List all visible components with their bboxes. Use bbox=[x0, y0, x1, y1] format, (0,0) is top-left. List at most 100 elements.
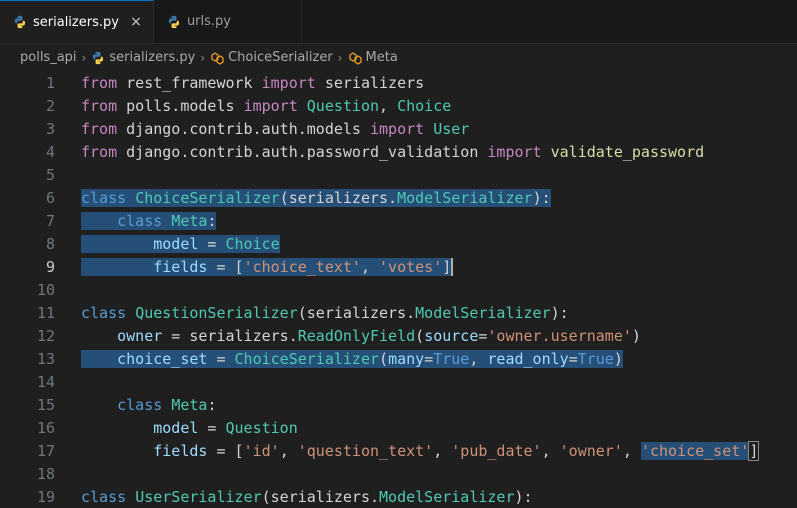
code-token: ) bbox=[613, 349, 623, 368]
code-token: , bbox=[622, 441, 641, 460]
line-number: 9 bbox=[45, 257, 55, 276]
code-text: class Meta: bbox=[81, 211, 217, 230]
code-line[interactable]: 10 bbox=[0, 278, 797, 301]
breadcrumb-class[interactable]: ChoiceSerializer bbox=[210, 50, 333, 65]
breadcrumb-folder[interactable]: polls_api bbox=[20, 50, 77, 65]
code-token: (serializers. bbox=[279, 188, 398, 207]
code-token: = bbox=[424, 349, 434, 368]
code-token: [ bbox=[234, 441, 244, 460]
line-number: 3 bbox=[45, 119, 55, 138]
code-token: from bbox=[81, 73, 118, 92]
code-line[interactable]: 1 from rest_framework import serializers bbox=[0, 71, 797, 94]
code-token: ): bbox=[532, 188, 551, 207]
code-line[interactable]: 12 owner = serializers.ReadOnlyField(sou… bbox=[0, 324, 797, 347]
line-number: 6 bbox=[45, 188, 55, 207]
code-line[interactable]: 16 model = Question bbox=[0, 416, 797, 439]
code-line[interactable]: 17 fields = ['id', 'question_text', 'pub… bbox=[0, 439, 797, 462]
line-number: 17 bbox=[36, 441, 55, 460]
code-token: django.contrib.auth.models bbox=[117, 119, 370, 138]
code-line[interactable]: 9 fields = ['choice_text', 'votes'] bbox=[0, 255, 797, 278]
code-token: ChoiceSerializer bbox=[135, 188, 280, 207]
code-token: : bbox=[207, 395, 217, 414]
code-token: from bbox=[81, 96, 118, 115]
code-token: class bbox=[117, 395, 163, 414]
code-line[interactable]: 4 from django.contrib.auth.password_valid… bbox=[0, 140, 797, 163]
code-line[interactable]: 13 choice_set = ChoiceSerializer(many=Tr… bbox=[0, 347, 797, 370]
tab-urls[interactable]: urls.py bbox=[153, 0, 302, 43]
code-text: model = Question bbox=[81, 419, 298, 437]
code-line[interactable]: 5 bbox=[0, 163, 797, 186]
code-token: serializers. bbox=[189, 326, 298, 345]
code-token: = bbox=[162, 326, 190, 345]
code-token: QuestionSerializer bbox=[135, 303, 298, 322]
breadcrumb: polls_api › serializers.py › ChoiceSeria… bbox=[0, 44, 797, 71]
tab-serializers[interactable]: serializers.py × bbox=[0, 0, 154, 43]
code-line[interactable]: 19 class UserSerializer(serializers.Model… bbox=[0, 485, 797, 508]
code-token: from bbox=[81, 119, 118, 138]
code-token: : bbox=[207, 211, 217, 230]
code-text: choice_set = ChoiceSerializer(many=True,… bbox=[81, 349, 623, 368]
code-token: fields bbox=[153, 257, 208, 276]
close-icon[interactable]: × bbox=[129, 14, 143, 30]
code-line[interactable]: 6 class ChoiceSerializer(serializers.Mode… bbox=[0, 186, 797, 209]
breadcrumb-file[interactable]: serializers.py bbox=[91, 50, 195, 65]
code-line[interactable]: 3 from django.contrib.auth.models import … bbox=[0, 117, 797, 140]
line-number: 2 bbox=[45, 96, 55, 115]
code-token: User bbox=[433, 119, 470, 138]
tab-label: urls.py bbox=[186, 14, 231, 29]
code-token: class bbox=[81, 487, 127, 506]
code-text: from django.contrib.auth.models import U… bbox=[81, 120, 469, 138]
line-number: 14 bbox=[36, 372, 55, 391]
code-token: Choice bbox=[397, 96, 452, 115]
code-token: Meta bbox=[171, 395, 208, 414]
code-token: ] bbox=[442, 257, 454, 276]
code-token: Question bbox=[306, 96, 380, 115]
code-token: , bbox=[279, 441, 298, 460]
line-number: 7 bbox=[45, 211, 55, 230]
line-number: 19 bbox=[36, 487, 55, 506]
code-line[interactable]: 11 class QuestionSerializer(serializers.M… bbox=[0, 301, 797, 324]
code-token: source bbox=[424, 326, 479, 345]
code-line[interactable]: 18 bbox=[0, 462, 797, 485]
line-number: 1 bbox=[45, 73, 55, 92]
code-token: , bbox=[360, 257, 380, 276]
code-text: from rest_framework import serializers bbox=[81, 74, 424, 92]
breadcrumb-inner[interactable]: Meta bbox=[348, 50, 398, 65]
code-token: choice_set bbox=[117, 349, 208, 368]
line-number: 18 bbox=[36, 464, 55, 483]
code-token: UserSerializer bbox=[135, 487, 262, 506]
code-text: class ChoiceSerializer(serializers.Model… bbox=[81, 188, 551, 207]
chevron-right-icon: › bbox=[81, 50, 87, 65]
code-token: class bbox=[117, 211, 163, 230]
code-token: = bbox=[207, 349, 235, 368]
code-token: , bbox=[469, 349, 488, 368]
code-line[interactable]: 15 class Meta: bbox=[0, 393, 797, 416]
code-token: from bbox=[81, 142, 118, 161]
code-token: = bbox=[207, 441, 235, 460]
code-token: polls.models bbox=[117, 96, 244, 115]
code-line[interactable]: 14 bbox=[0, 370, 797, 393]
code-line[interactable]: 8 model = Choice bbox=[0, 232, 797, 255]
code-text: class QuestionSerializer(serializers.Mod… bbox=[81, 304, 569, 322]
code-token: validate_password bbox=[550, 142, 705, 161]
code-token: import bbox=[243, 96, 298, 115]
code-token: fields bbox=[153, 441, 208, 460]
code-line[interactable]: 2 from polls.models import Question, Choi… bbox=[0, 94, 797, 117]
code-token: class bbox=[81, 188, 127, 207]
code-text: model = Choice bbox=[81, 234, 280, 253]
code-token: model bbox=[153, 234, 199, 253]
code-line[interactable]: 7 class Meta: bbox=[0, 209, 797, 232]
line-number: 16 bbox=[36, 418, 55, 437]
code-editor[interactable]: 1 from rest_framework import serializers 2… bbox=[0, 71, 797, 508]
code-token: 'votes' bbox=[379, 257, 443, 276]
code-token: = bbox=[568, 349, 578, 368]
